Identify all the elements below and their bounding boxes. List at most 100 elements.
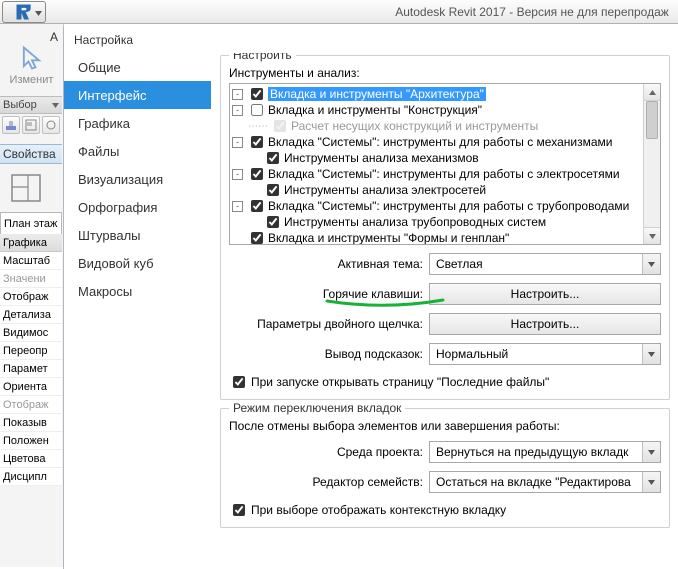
props-row-4[interactable]: Видимос xyxy=(0,324,62,342)
tree-checkbox xyxy=(274,120,286,132)
tree-checkbox[interactable] xyxy=(267,216,279,228)
tree-checkbox[interactable] xyxy=(251,200,263,212)
scroll-up-button[interactable] xyxy=(644,84,660,101)
tree-checkbox[interactable] xyxy=(251,136,263,148)
shortcuts-configure-button[interactable]: Настроить... xyxy=(429,283,661,305)
tree-row-5[interactable]: - Вкладка "Системы": инструменты для рабо… xyxy=(230,166,643,182)
tree-label: Инструменты анализа механизмов xyxy=(284,151,479,165)
sidebar-item-2[interactable]: Графика xyxy=(64,109,211,137)
props-row-10[interactable]: Положен xyxy=(0,432,62,450)
toolbar-button-2[interactable] xyxy=(22,116,40,134)
tree-label: Инструменты анализа трубопроводных систе… xyxy=(284,215,546,229)
sidebar-item-1[interactable]: Интерфейс xyxy=(64,81,211,109)
after-deselect-label: После отмены выбора элементов или заверш… xyxy=(229,419,661,433)
shortcuts-label: Горячие клавиши: xyxy=(229,287,429,301)
group-configure-legend: Настроить xyxy=(229,53,296,62)
tree-row-7[interactable]: - Вкладка "Системы": инструменты для рабо… xyxy=(230,198,643,214)
scroll-down-button[interactable] xyxy=(644,227,660,244)
expand-icon[interactable]: - xyxy=(232,137,243,148)
cursor-icon xyxy=(18,44,46,72)
tree-label: Вкладка и инструменты "Архитектура" xyxy=(268,87,486,101)
recent-files-checkbox[interactable] xyxy=(233,376,245,388)
tools-analysis-label: Инструменты и анализ: xyxy=(229,66,661,80)
tooltip-label: Вывод подсказок: xyxy=(229,347,429,361)
window-title: Autodesk Revit 2017 - Версия не для пере… xyxy=(46,5,678,19)
props-row-2[interactable]: Отображ xyxy=(0,288,62,306)
tree-checkbox[interactable] xyxy=(251,104,263,116)
tree-label: Вкладка "Системы": инструменты для работ… xyxy=(268,167,620,181)
toolbar-button-3[interactable] xyxy=(42,116,60,134)
props-row-7[interactable]: Ориента xyxy=(0,378,62,396)
sidebar-item-8[interactable]: Макросы xyxy=(64,277,211,305)
expand-icon[interactable]: - xyxy=(232,201,243,212)
family-editor-combo[interactable]: Остаться на вкладке "Редактирова xyxy=(429,471,661,493)
sidebar-item-7[interactable]: Видовой куб xyxy=(64,249,211,277)
props-row-1[interactable]: Значени xyxy=(0,270,62,288)
tree-row-4[interactable]: Инструменты анализа механизмов xyxy=(230,150,643,166)
project-env-combo[interactable]: Вернуться на предыдущую вкладк xyxy=(429,441,661,463)
doubleclick-configure-button[interactable]: Настроить... xyxy=(429,313,661,335)
doubleclick-label: Параметры двойного щелчка: xyxy=(229,317,429,331)
sidebar-item-6[interactable]: Штурвалы xyxy=(64,221,211,249)
recent-files-label: При запуске открывать страницу "Последни… xyxy=(251,375,549,389)
props-row-9[interactable]: Показыв xyxy=(0,414,62,432)
family-editor-label: Редактор семейств: xyxy=(229,475,429,489)
revit-logo-icon xyxy=(12,2,36,22)
dialog-title: Настройка xyxy=(64,27,678,53)
expand-icon[interactable]: - xyxy=(232,89,243,100)
options-dialog: Настройка ОбщиеИнтерфейсГрафикаФайлыВизу… xyxy=(63,27,678,569)
tree-row-8[interactable]: Инструменты анализа трубопроводных систе… xyxy=(230,214,643,230)
modify-button-label[interactable]: Изменит xyxy=(10,74,54,86)
selection-panel-header[interactable]: Выбор xyxy=(0,96,62,114)
props-row-8[interactable]: Отображ xyxy=(0,396,62,414)
tree-scrollbar[interactable] xyxy=(643,84,660,244)
sidebar-item-5[interactable]: Орфография xyxy=(64,193,211,221)
tree-label: Инструменты анализа электросетей xyxy=(284,183,486,197)
tree-checkbox[interactable] xyxy=(267,184,279,196)
tree-checkbox[interactable] xyxy=(251,232,263,244)
tree-checkbox[interactable] xyxy=(251,168,263,180)
tree-label: Вкладка "Системы": инструменты для работ… xyxy=(268,135,612,149)
properties-panel-header[interactable]: Свойства xyxy=(0,144,62,164)
tree-row-2[interactable]: ⋯⋯Расчет несущих конструкций и инструмен… xyxy=(230,118,643,134)
tree-label: Вкладка и инструменты "Формы и генплан" xyxy=(268,231,509,244)
chevron-down-icon xyxy=(35,11,42,16)
ribbon-truncated-char: А xyxy=(50,30,58,44)
tooltip-combo[interactable]: Нормальный xyxy=(429,343,661,365)
props-row-11[interactable]: Цветова xyxy=(0,450,62,468)
expand-icon[interactable]: - xyxy=(232,169,243,180)
props-row-3[interactable]: Детализа xyxy=(0,306,62,324)
ribbon-left-strip: А Изменит Выбор Свойства План этаж xyxy=(0,24,64,567)
scroll-thumb[interactable] xyxy=(646,101,658,139)
sidebar-item-4[interactable]: Визуализация xyxy=(64,165,211,193)
tree-label: Вкладка "Системы": инструменты для работ… xyxy=(268,199,629,213)
contextual-tab-checkbox[interactable] xyxy=(233,504,245,516)
chevron-down-icon xyxy=(52,99,59,111)
props-row-5[interactable]: Переопр xyxy=(0,342,62,360)
group-tab-switching-legend: Режим переключения вкладок xyxy=(229,401,405,415)
sidebar-item-0[interactable]: Общие xyxy=(64,53,211,81)
tree-row-6[interactable]: Инструменты анализа электросетей xyxy=(230,182,643,198)
floorplan-icon xyxy=(6,169,46,207)
tree-row-1[interactable]: - Вкладка и инструменты "Конструкция" xyxy=(230,102,643,118)
tree-row-9[interactable]: Вкладка и инструменты "Формы и генплан" xyxy=(230,230,643,244)
tab-plan[interactable]: План этаж xyxy=(0,212,62,234)
props-group-graphics[interactable]: Графика xyxy=(0,234,62,252)
tree-row-3[interactable]: - Вкладка "Системы": инструменты для рабо… xyxy=(230,134,643,150)
props-row-6[interactable]: Парамет xyxy=(0,360,62,378)
project-env-label: Среда проекта: xyxy=(229,445,429,459)
tree-row-0[interactable]: - Вкладка и инструменты "Архитектура" xyxy=(230,86,643,102)
tree-checkbox[interactable] xyxy=(251,88,263,100)
props-row-12[interactable]: Дисципл xyxy=(0,468,62,486)
group-configure: Настроить Инструменты и анализ: - Вкладка… xyxy=(220,55,670,400)
tools-tree[interactable]: - Вкладка и инструменты "Архитектура" - Вкл… xyxy=(229,83,661,245)
tree-checkbox[interactable] xyxy=(267,152,279,164)
expand-icon[interactable]: - xyxy=(232,105,243,116)
app-menu-button[interactable] xyxy=(2,1,46,23)
sidebar-item-3[interactable]: Файлы xyxy=(64,137,211,165)
active-theme-combo[interactable]: Светлая xyxy=(429,253,661,275)
toolbar-button-1[interactable] xyxy=(2,116,20,134)
properties-grid: Графика МасштабЗначениОтображДетализаВид… xyxy=(0,234,62,486)
tree-label: Вкладка и инструменты "Конструкция" xyxy=(268,103,482,117)
props-row-0[interactable]: Масштаб xyxy=(0,252,62,270)
